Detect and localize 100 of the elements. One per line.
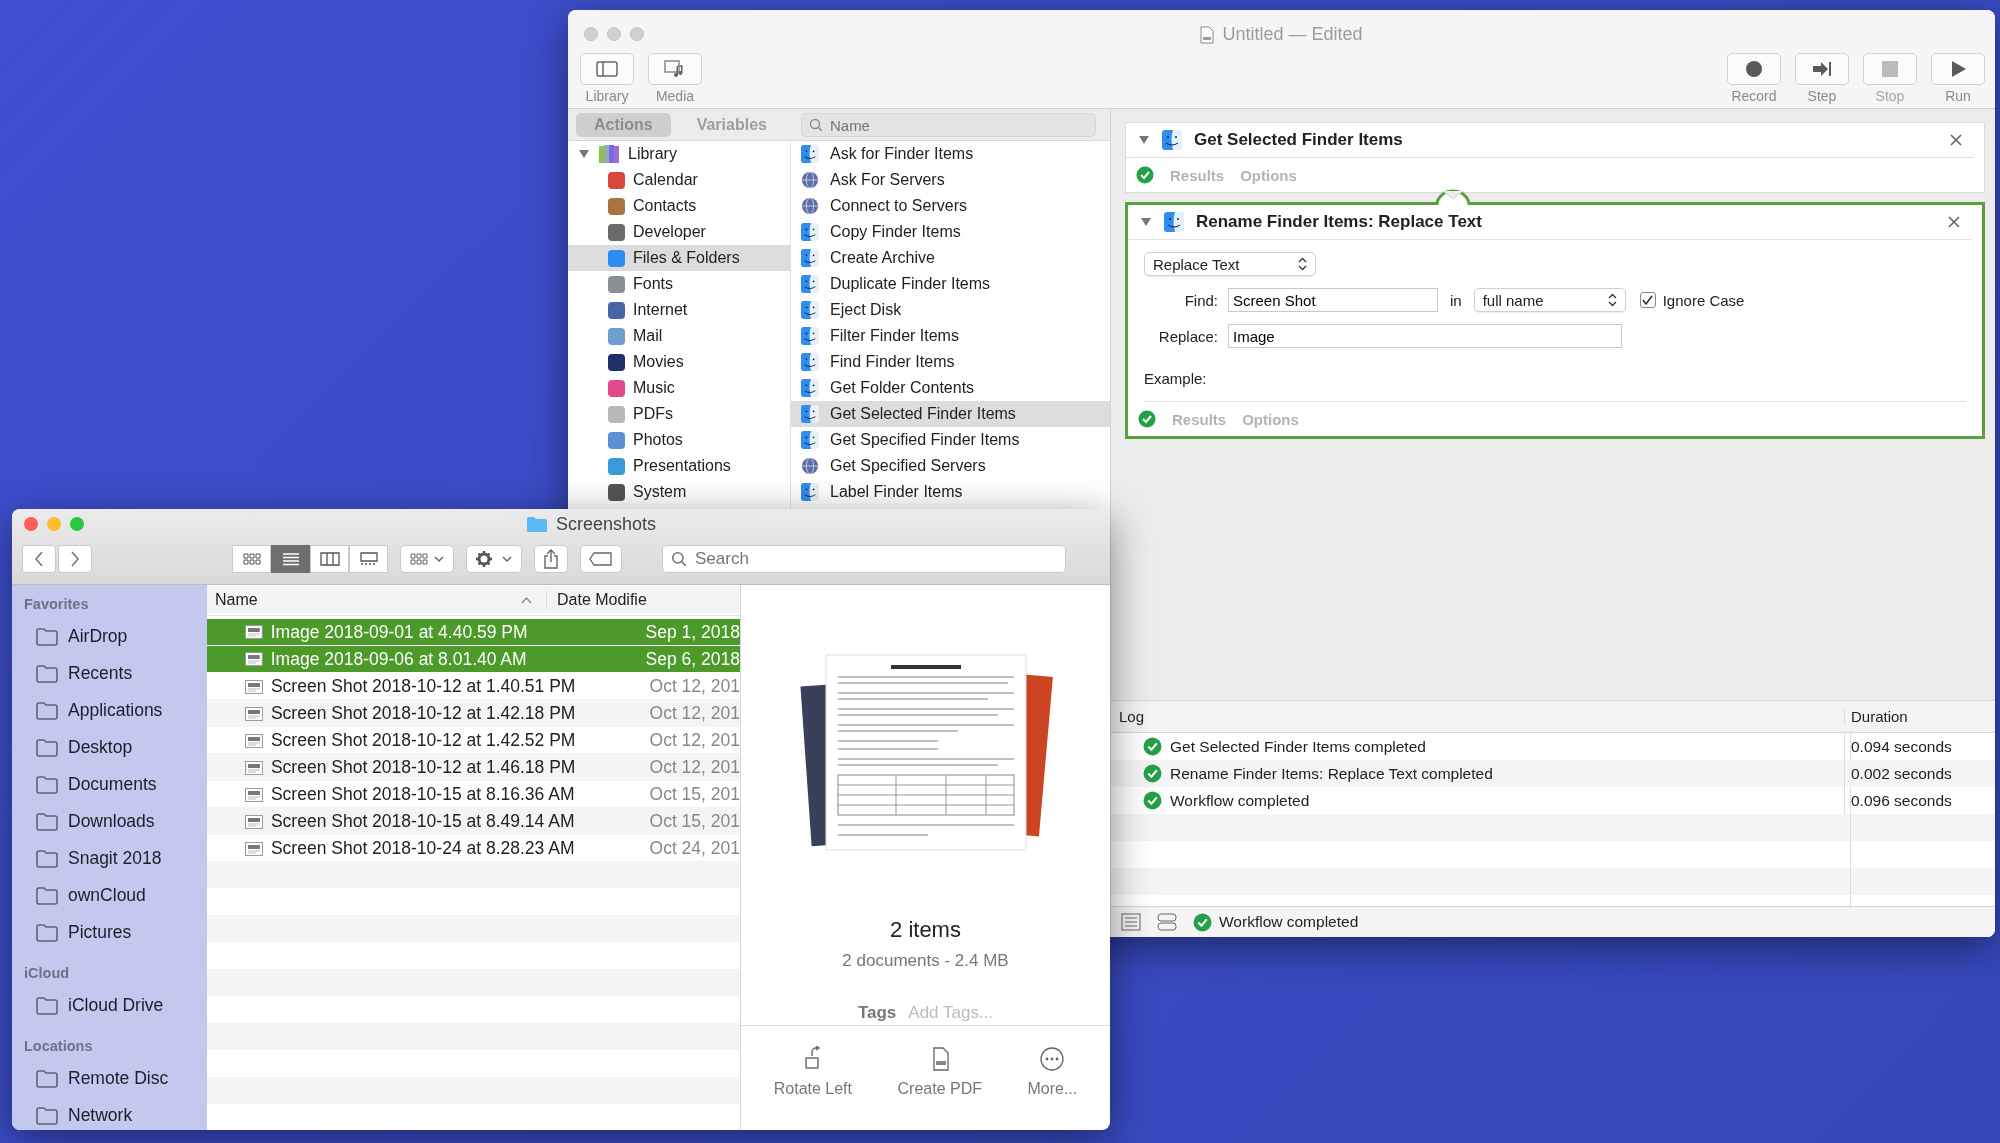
chevron-right-icon — [70, 551, 80, 567]
sidebar-item[interactable]: iCloud Drive — [24, 987, 207, 1024]
globe-icon — [801, 171, 819, 189]
action-item[interactable]: Label Finder Items — [791, 479, 1110, 505]
log-duration: 0.096 seconds — [1844, 787, 1995, 814]
action-item[interactable]: Ask For Servers — [791, 167, 1110, 193]
close-button[interactable] — [24, 517, 38, 531]
file-thumbnail-icon — [245, 624, 263, 640]
log-message: Rename Finder Items: Replace Text completed — [1170, 764, 1493, 783]
column-header[interactable]: Log — [1111, 708, 1844, 725]
action-item[interactable]: Find Finder Items — [791, 349, 1110, 375]
sidebar-item[interactable]: Downloads — [24, 803, 207, 840]
close-icon[interactable] — [1950, 134, 1962, 146]
action-item[interactable]: Eject Disk — [791, 297, 1110, 323]
file-thumbnail-icon — [245, 813, 263, 830]
sidebar-item[interactable]: AirDrop — [24, 618, 207, 655]
sidebar-item[interactable]: ownCloud — [24, 877, 207, 914]
column-header[interactable]: Duration — [1844, 708, 1995, 725]
group-button[interactable] — [400, 545, 454, 573]
app-icon — [608, 327, 625, 345]
search-field[interactable]: Search — [662, 545, 1066, 573]
tag-button[interactable] — [580, 545, 622, 573]
tree-item[interactable]: PDFs — [568, 401, 790, 427]
column-header[interactable]: Date Modifie — [546, 591, 647, 609]
scope-popup[interactable]: full name — [1473, 288, 1626, 312]
file-row[interactable]: Screen Shot 2018-10-12 at 1.40.51 PM Oct 12, 201 — [207, 673, 740, 700]
ignore-case-checkbox[interactable]: Ignore Case — [1639, 291, 1745, 309]
action-item[interactable]: Copy Finder Items — [791, 219, 1110, 245]
action-item[interactable]: Get Specified Servers — [791, 453, 1110, 479]
folder-icon — [36, 664, 58, 683]
finder-icon — [801, 379, 819, 397]
back-button[interactable] — [22, 545, 56, 573]
tree-item[interactable]: System — [568, 479, 790, 505]
action-item[interactable]: Connect to Servers — [791, 193, 1110, 219]
preview-action-button[interactable]: Rotate Left — [773, 1046, 852, 1098]
file-row[interactable]: Screen Shot 2018-10-24 at 8.28.23 AM Oct 24, 201 — [207, 835, 740, 862]
sidebar-item[interactable]: Recents — [24, 655, 207, 692]
tree-item[interactable]: Music — [568, 375, 790, 401]
app-icon — [608, 483, 625, 501]
action-item[interactable]: Ask for Finder Items — [791, 141, 1110, 167]
tree-item[interactable]: Fonts — [568, 271, 790, 297]
folder-icon — [36, 1069, 58, 1088]
finder-icon — [801, 301, 819, 319]
folder-icon — [36, 996, 58, 1015]
action-item[interactable]: Get Selected Finder Items — [791, 401, 1110, 427]
disclosure-triangle-icon[interactable] — [578, 149, 590, 159]
sidebar-item[interactable]: Documents — [24, 766, 207, 803]
sidebar-item[interactable]: Desktop — [24, 729, 207, 766]
find-field[interactable]: Screen Shot — [1228, 288, 1438, 312]
zoom-button[interactable] — [70, 517, 84, 531]
check-circle-icon — [1143, 764, 1162, 783]
mode-popup[interactable]: Replace Text — [1144, 252, 1316, 276]
file-row[interactable]: Screen Shot 2018-10-12 at 1.42.52 PM Oct 12, 201 — [207, 727, 740, 754]
share-button[interactable] — [534, 545, 568, 573]
file-row[interactable]: Image 2018-09-01 at 4.40.59 PM Sep 1, 2018 — [207, 619, 740, 646]
file-row[interactable]: Image 2018-09-06 at 8.01.40 AM Sep 6, 2018 — [207, 646, 740, 673]
view-mode-button[interactable] — [310, 545, 349, 573]
record-icon — [1744, 60, 1764, 78]
disclosure-triangle-icon[interactable] — [1140, 217, 1152, 227]
file-row[interactable]: Screen Shot 2018-10-15 at 8.16.36 AM Oct 15, 201 — [207, 781, 740, 808]
action-button[interactable] — [466, 545, 522, 573]
tree-item[interactable]: Movies — [568, 349, 790, 375]
sidebar-item[interactable]: Remote Disc — [24, 1060, 207, 1097]
file-thumbnail-icon — [245, 678, 263, 695]
tree-item[interactable]: Internet — [568, 297, 790, 323]
action-item[interactable]: Get Folder Contents — [791, 375, 1110, 401]
tree-item[interactable]: Contacts — [568, 193, 790, 219]
list-icon[interactable] — [1121, 913, 1141, 931]
tree-item[interactable]: Files & Folders — [568, 245, 790, 271]
split-view-icon[interactable] — [1157, 913, 1177, 931]
tree-item[interactable]: Mail — [568, 323, 790, 349]
finder-icon — [801, 145, 819, 163]
app-icon — [608, 249, 625, 267]
tree-item[interactable]: Presentations — [568, 453, 790, 479]
preview-action-button[interactable]: More... — [1027, 1046, 1078, 1098]
search-field[interactable]: Name — [800, 113, 1096, 137]
tree-item[interactable]: Calendar — [568, 167, 790, 193]
sidebar-item[interactable]: Applications — [24, 692, 207, 729]
preview-action-button[interactable]: Create PDF — [897, 1046, 982, 1098]
tree-item[interactable]: Library — [568, 141, 790, 167]
sidebar-item[interactable]: Snagit 2018 — [24, 840, 207, 877]
view-mode-button[interactable] — [271, 545, 310, 573]
action-item[interactable]: Filter Finder Items — [791, 323, 1110, 349]
folder-icon — [36, 775, 58, 794]
close-icon[interactable] — [1948, 216, 1960, 228]
action-item[interactable]: Duplicate Finder Items — [791, 271, 1110, 297]
file-thumbnail-icon — [245, 732, 263, 749]
sidebar-item[interactable]: Network — [24, 1097, 207, 1130]
tree-item[interactable]: Photos — [568, 427, 790, 453]
forward-button[interactable] — [58, 545, 92, 573]
replace-field[interactable]: Image — [1228, 324, 1622, 348]
action-card[interactable]: Rename Finder Items: Replace Text Replace Text Find: Screen Shot in full name Ignore Case Replace: Image Example: Results Options — [1125, 202, 1985, 439]
view-mode-button[interactable] — [232, 545, 271, 573]
tree-item[interactable]: Developer — [568, 219, 790, 245]
column-header[interactable]: Name — [207, 591, 515, 609]
action-item[interactable]: Create Archive — [791, 245, 1110, 271]
disclosure-triangle-icon[interactable] — [1138, 135, 1150, 145]
view-mode-button[interactable] — [349, 545, 388, 573]
sidebar-item[interactable]: Pictures — [24, 914, 207, 951]
action-item[interactable]: Get Specified Finder Items — [791, 427, 1110, 453]
